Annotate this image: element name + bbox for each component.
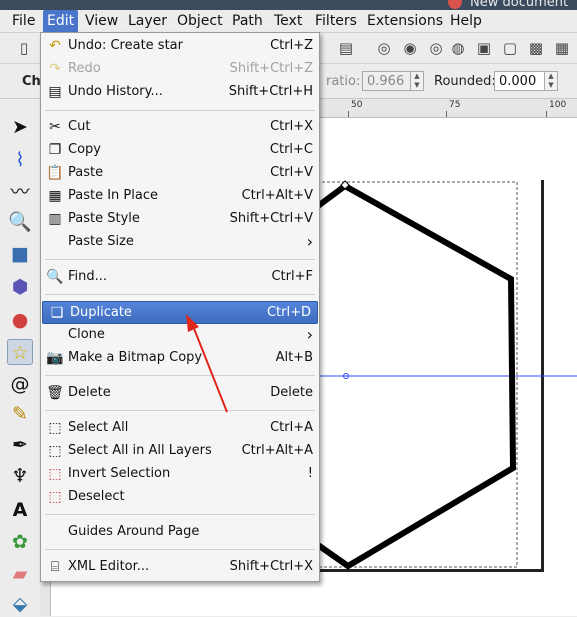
paste-style-icon: ▥ — [48, 211, 62, 227]
menu-item-shortcut: Shift+Ctrl+Z — [229, 61, 313, 76]
menu-item-label: Deselect — [68, 489, 125, 504]
menu-item-shortcut: Ctrl+A — [270, 420, 313, 435]
menu-item-xml-editor[interactable]: ⌸ XML Editor... Shift+Ctrl+X — [41, 556, 319, 579]
submenu-arrow-icon: › — [306, 232, 313, 251]
xml-editor-icon: ⌸ — [50, 559, 60, 575]
menu-item-redo[interactable]: ↷ Redo Shift+Ctrl+Z — [41, 58, 319, 81]
menu-separator — [45, 110, 315, 111]
menu-item-shortcut: Ctrl+F — [271, 269, 313, 284]
menu-item-shortcut: Ctrl+Alt+A — [241, 443, 313, 458]
menu-item-select-all[interactable]: ⬚ Select All Ctrl+A — [41, 417, 319, 440]
menu-item-paste[interactable]: 📋 Paste Ctrl+V — [41, 162, 319, 185]
duplicate-icon: ❏ — [50, 305, 64, 321]
copy-icon: ❐ — [48, 142, 62, 158]
menu-item-bitmap-copy[interactable]: 📷 Make a Bitmap Copy Alt+B — [41, 347, 319, 370]
menu-item-clone[interactable]: Clone › — [41, 324, 319, 347]
menu-item-paste-in-place[interactable]: ▦ Paste In Place Ctrl+Alt+V — [41, 185, 319, 208]
invert-selection-icon: ⬚ — [48, 466, 62, 482]
menu-item-paste-style[interactable]: ▥ Paste Style Shift+Ctrl+V — [41, 208, 319, 231]
menu-item-shortcut: Shift+Ctrl+H — [228, 84, 313, 99]
menu-item-label: Redo — [68, 61, 101, 76]
redo-icon: ↷ — [49, 61, 61, 77]
menu-item-cut[interactable]: ✂ Cut Ctrl+X — [41, 116, 319, 139]
menu-item-label: Duplicate — [70, 305, 132, 320]
menu-item-label: Guides Around Page — [68, 524, 200, 539]
menu-separator — [45, 549, 315, 550]
submenu-arrow-icon: › — [306, 325, 313, 344]
edit-menu: ↶ Undo: Create star Ctrl+Z ↷ Redo Shift+… — [40, 32, 320, 582]
menu-item-undo[interactable]: ↶ Undo: Create star Ctrl+Z — [41, 35, 319, 58]
menu-item-label: Make a Bitmap Copy — [68, 350, 203, 365]
menu-item-label: Delete — [68, 385, 111, 400]
select-all-icon: ⬚ — [48, 420, 62, 436]
menu-item-guides-around-page[interactable]: Guides Around Page — [41, 521, 319, 544]
menu-item-delete[interactable]: 🗑 Delete Delete — [41, 382, 319, 405]
menu-item-label: Select All in All Layers — [68, 443, 212, 458]
menu-item-label: Paste Size — [68, 234, 134, 249]
bounding-box — [311, 181, 518, 568]
menu-item-shortcut: Ctrl+X — [270, 119, 313, 134]
menu-item-undo-history[interactable]: ▤ Undo History... Shift+Ctrl+H — [41, 81, 319, 104]
menu-item-shortcut: Delete — [270, 385, 313, 400]
menu-item-label: Cut — [68, 119, 91, 134]
menu-item-duplicate[interactable]: ❏ Duplicate Ctrl+D — [42, 301, 318, 324]
menu-item-paste-size[interactable]: Paste Size › — [41, 231, 319, 254]
undo-history-icon: ▤ — [48, 84, 62, 100]
menu-item-label: Paste In Place — [68, 188, 158, 203]
find-icon: 🔍 — [46, 269, 64, 285]
menu-item-shortcut: Ctrl+Z — [270, 38, 313, 53]
menu-item-label: Paste Style — [68, 211, 140, 226]
menu-separator — [45, 294, 315, 295]
menu-item-shortcut: Alt+B — [275, 350, 313, 365]
menu-item-shortcut: Ctrl+Alt+V — [241, 188, 313, 203]
menu-item-shortcut: ! — [307, 466, 313, 481]
menu-item-shortcut: Ctrl+D — [266, 305, 311, 320]
trash-icon: 🗑 — [46, 385, 64, 401]
menu-item-label: Clone — [68, 327, 105, 342]
menu-separator — [45, 259, 315, 260]
menu-item-label: Find... — [68, 269, 108, 284]
paste-icon: 📋 — [46, 165, 64, 181]
scissors-icon: ✂ — [49, 119, 61, 135]
menu-item-shortcut: Shift+Ctrl+V — [229, 211, 313, 226]
deselect-icon: ⬚ — [48, 489, 62, 505]
undo-icon: ↶ — [49, 38, 61, 54]
menu-item-invert-selection[interactable]: ⬚ Invert Selection ! — [41, 463, 319, 486]
menu-separator — [45, 514, 315, 515]
menu-item-label: Paste — [68, 165, 104, 180]
page-shadow-bottom — [318, 569, 544, 572]
menu-separator — [45, 375, 315, 376]
menu-separator — [45, 410, 315, 411]
menu-item-select-all-layers[interactable]: ⬚ Select All in All Layers Ctrl+Alt+A — [41, 440, 319, 463]
menu-item-shortcut: Ctrl+C — [269, 142, 313, 157]
menu-item-label: Undo History... — [68, 84, 163, 99]
menu-item-shortcut: Ctrl+V — [270, 165, 313, 180]
menu-item-label: Select All — [68, 420, 129, 435]
menu-item-label: Undo: Create star — [68, 38, 183, 53]
select-all-layers-icon: ⬚ — [48, 443, 62, 459]
menu-item-copy[interactable]: ❐ Copy Ctrl+C — [41, 139, 319, 162]
menu-item-find[interactable]: 🔍 Find... Ctrl+F — [41, 266, 319, 289]
menu-item-shortcut: Shift+Ctrl+X — [229, 559, 313, 574]
camera-icon: 📷 — [46, 350, 64, 366]
paste-in-place-icon: ▦ — [48, 188, 62, 204]
menu-item-label: XML Editor... — [68, 559, 150, 574]
menu-item-label: Copy — [68, 142, 101, 157]
menu-item-deselect[interactable]: ⬚ Deselect — [41, 486, 319, 509]
menu-item-label: Invert Selection — [68, 466, 171, 481]
